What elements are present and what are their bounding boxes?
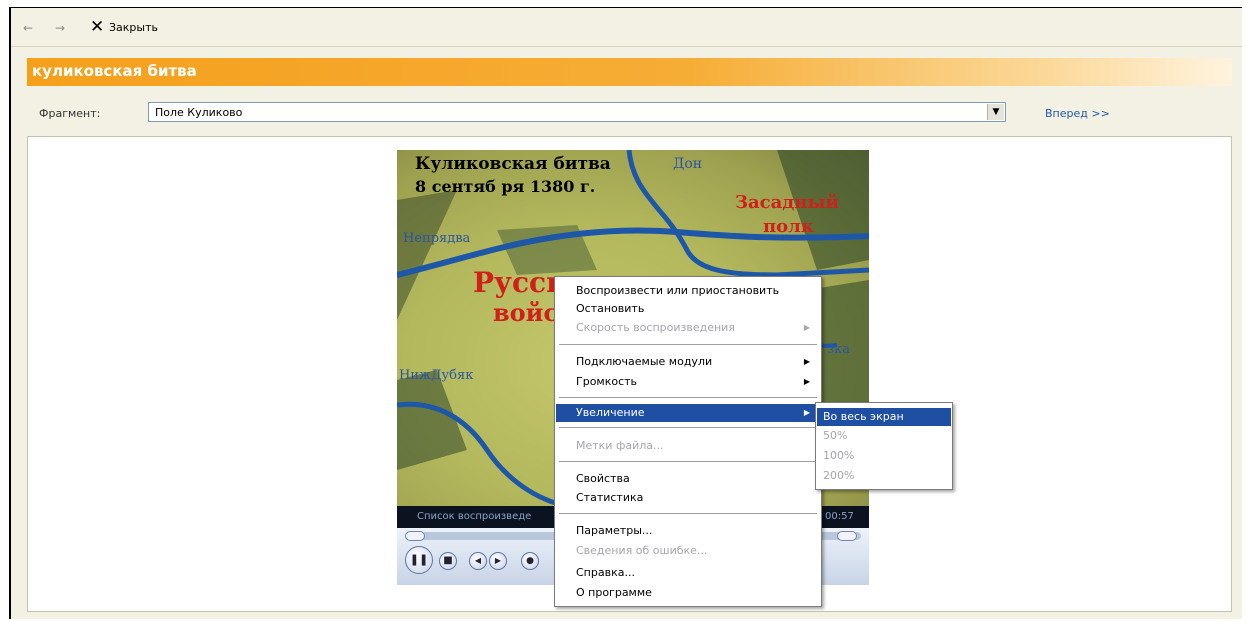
- next-link[interactable]: Вперед >>: [1045, 107, 1110, 120]
- menu-item-options[interactable]: Параметры...: [556, 522, 820, 540]
- playlist-status: Список воспроизведе: [417, 511, 532, 522]
- menu-item-zoom[interactable]: Увеличение ▶: [556, 404, 820, 422]
- ambush-label-2: полк: [763, 216, 814, 237]
- army-label-1: Русск: [473, 266, 567, 299]
- previous-icon[interactable]: ◀: [469, 552, 487, 570]
- arrow-right-icon[interactable]: →: [55, 21, 65, 35]
- menu-item-playback-speed: Скорость воспроизведения ▶: [556, 319, 820, 337]
- zoom-100: 100%: [823, 449, 855, 462]
- close-button[interactable]: Закрыть: [109, 21, 158, 34]
- menu-item-statistics[interactable]: Статистика: [556, 489, 820, 507]
- river-don-label: Дон: [673, 156, 703, 172]
- map-date: 8 сентяб ря 1380 г.: [415, 177, 596, 196]
- fragment-label: Фрагмент:: [39, 107, 101, 120]
- close-icon[interactable]: ✕: [90, 17, 104, 37]
- menu-separator: [559, 397, 817, 398]
- zoom-submenu: Во весь экран 50% 100% 200%: [815, 402, 953, 490]
- menu-item-volume[interactable]: Громкость ▶: [556, 373, 820, 391]
- map-partial-label: зка: [827, 342, 850, 357]
- mute-icon[interactable]: ●: [521, 552, 539, 570]
- menu-item-file-markers: Метки файла...: [576, 439, 664, 452]
- chevron-right-icon: ▶: [803, 357, 810, 366]
- menu-item-plugins[interactable]: Подключаемые модули ▶: [556, 353, 820, 371]
- fragment-select[interactable]: Поле Куликово ▼: [148, 102, 1006, 122]
- chevron-right-icon: ▶: [803, 323, 810, 332]
- menu-item-play-pause[interactable]: Воспроизвести или приостановить: [556, 282, 820, 300]
- fragment-value: Поле Куликово: [155, 106, 243, 119]
- ambush-label-1: Засадный: [735, 192, 839, 213]
- arrow-left-icon[interactable]: ←: [23, 21, 33, 35]
- menu-item-stop[interactable]: Остановить: [556, 300, 820, 318]
- chevron-right-icon: ▶: [803, 377, 810, 386]
- page-title: куликовская битва: [32, 62, 197, 80]
- stop-icon[interactable]: ■: [439, 552, 457, 570]
- menu-item-about[interactable]: О программе: [556, 584, 820, 602]
- menu-separator: [559, 344, 817, 345]
- menu-separator: [559, 461, 817, 462]
- playback-time: 00:57: [825, 511, 854, 522]
- toolbar: ← → ✕ Закрыть: [11, 8, 1242, 47]
- menu-separator: [559, 427, 817, 428]
- nizhdubyak-label: НижДубяк: [399, 368, 474, 383]
- context-menu: Воспроизвести или приостановить Останови…: [554, 276, 822, 607]
- pause-icon[interactable]: ❚❚: [405, 546, 433, 574]
- menu-item-error-details: Сведения об ошибке...: [576, 544, 708, 557]
- menu-separator: [559, 513, 817, 514]
- zoom-200: 200%: [823, 469, 855, 482]
- river-nepryadva-label: Непрядва: [403, 231, 471, 246]
- next-icon[interactable]: ▶: [489, 552, 507, 570]
- menu-item-properties[interactable]: Свойства: [556, 470, 820, 488]
- zoom-fullscreen[interactable]: Во весь экран: [817, 408, 951, 426]
- seek-thumb[interactable]: [405, 531, 425, 541]
- zoom-50: 50%: [823, 429, 848, 442]
- volume-thumb[interactable]: [837, 531, 857, 541]
- map-title: Куликовская битва: [415, 154, 611, 174]
- menu-item-help[interactable]: Справка...: [556, 564, 820, 582]
- chevron-right-icon: ▶: [803, 408, 810, 417]
- page-title-bar: куликовская битва: [27, 58, 1232, 86]
- chevron-down-icon[interactable]: ▼: [987, 104, 1004, 120]
